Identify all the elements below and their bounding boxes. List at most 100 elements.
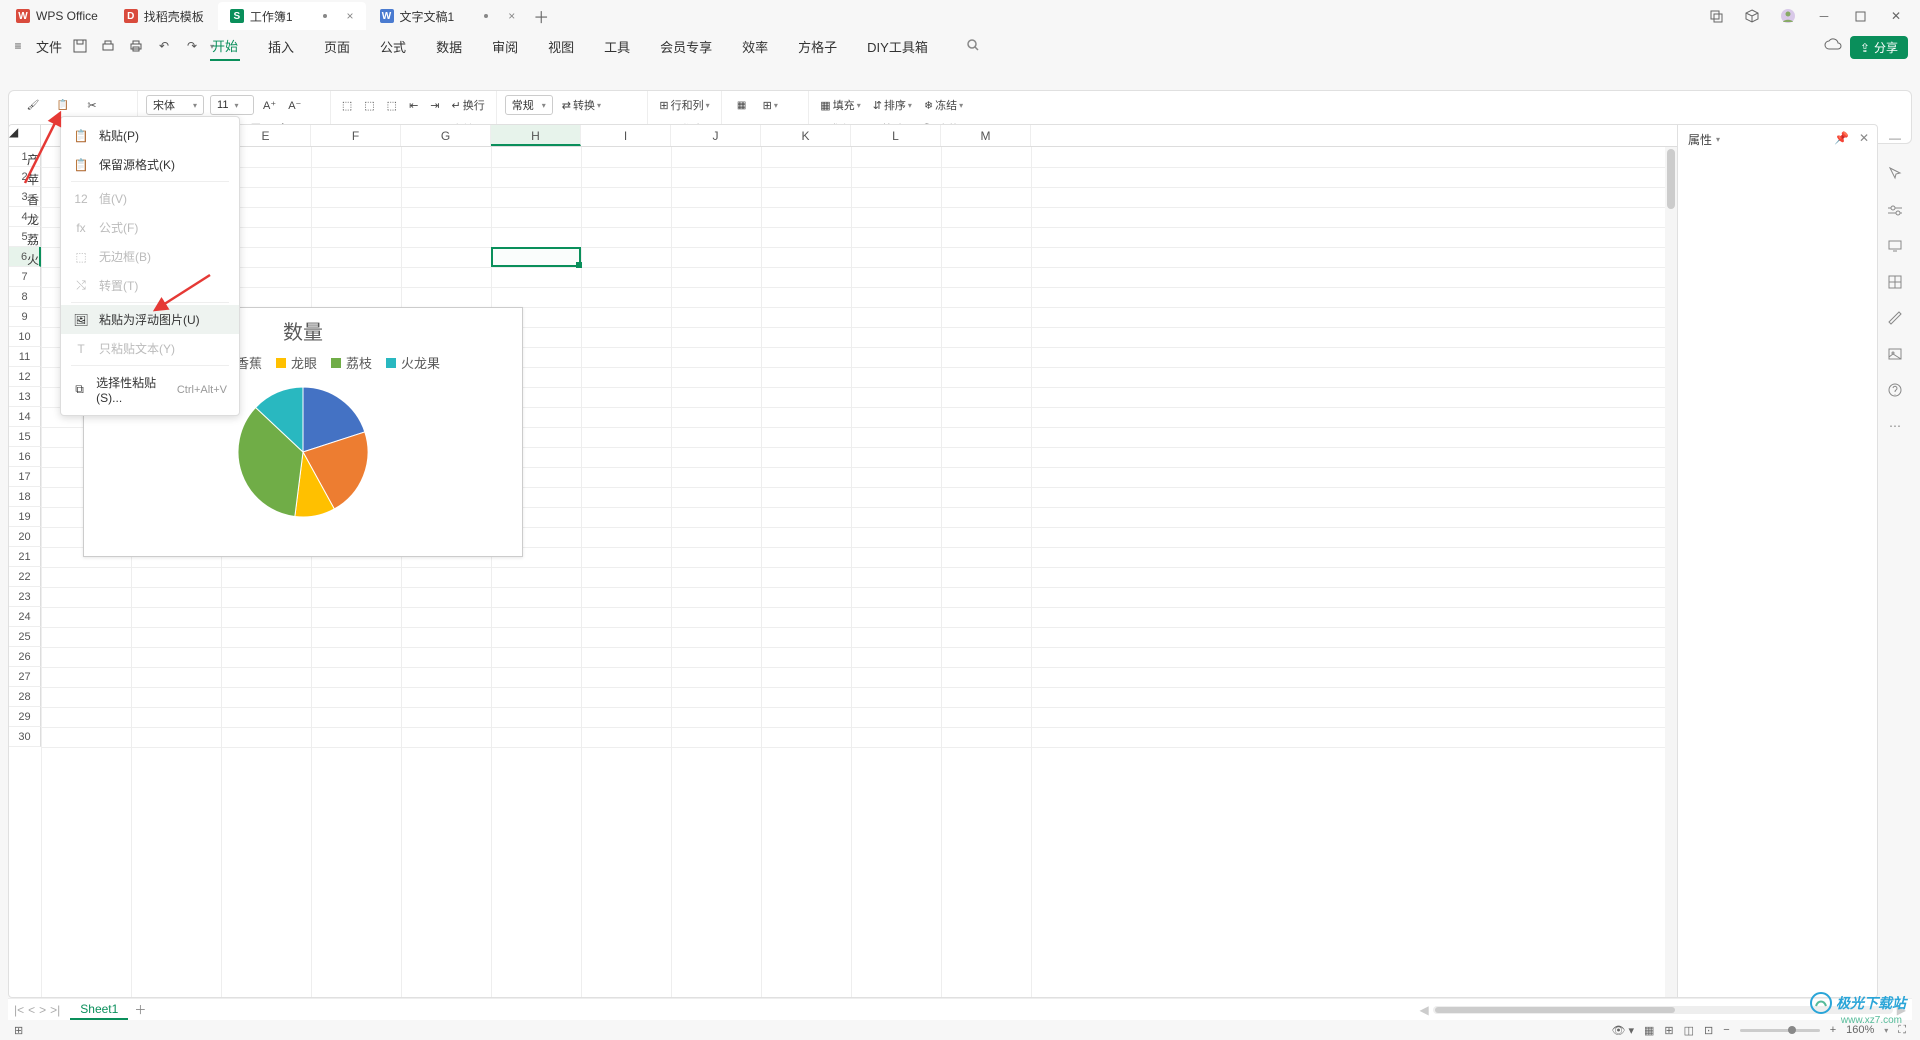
hscroll-left[interactable]: ◀ — [1420, 1003, 1429, 1017]
tab-fangge[interactable]: 方格子 — [796, 33, 839, 60]
row-header[interactable]: 18 — [9, 487, 41, 507]
row-header[interactable]: 21 — [9, 547, 41, 567]
tab-insert[interactable]: 插入 — [266, 33, 296, 60]
convert-button[interactable]: ⇄转换▾ — [559, 96, 604, 114]
col-header-J[interactable]: J — [671, 125, 761, 146]
tab-page[interactable]: 页面 — [322, 33, 352, 60]
settings-icon[interactable] — [1885, 200, 1905, 220]
menu-paste-special[interactable]: ⧉选择性粘贴(S)...Ctrl+Alt+V — [61, 368, 239, 411]
indent-inc-button[interactable]: ⇥ — [427, 98, 442, 113]
row-header[interactable]: 29 — [9, 707, 41, 727]
collapse-icon[interactable]: — — [1885, 128, 1905, 148]
fill-button[interactable]: ▦填充▾ — [817, 96, 863, 114]
tab-workbook[interactable]: S 工作簿1 × — [218, 2, 366, 30]
tab-view[interactable]: 视图 — [546, 33, 576, 60]
scroll-thumb[interactable] — [1435, 1007, 1675, 1013]
row-header[interactable]: 10 — [9, 327, 41, 347]
format-table-button[interactable]: ⊞▾ — [760, 98, 781, 113]
row-header[interactable]: 11 — [9, 347, 41, 367]
cube-icon[interactable] — [1740, 4, 1764, 28]
maximize-button[interactable] — [1848, 4, 1872, 28]
indent-dec-button[interactable]: ⇤ — [406, 98, 421, 113]
cell[interactable]: 荔 — [23, 229, 43, 250]
row-header[interactable]: 9 — [9, 307, 41, 327]
font-size-select[interactable]: 11▾ — [210, 95, 254, 115]
tab-worddoc[interactable]: W 文字文稿1 × — [368, 2, 528, 30]
grid[interactable]: 1234567891011121314151617181920212223242… — [9, 147, 1665, 997]
row-header[interactable]: 8 — [9, 287, 41, 307]
row-header[interactable]: 23 — [9, 587, 41, 607]
close-icon[interactable]: × — [508, 9, 515, 23]
sheet-nav[interactable]: |<<>>| — [14, 1003, 60, 1017]
new-tab-button[interactable]: ＋ — [529, 4, 553, 28]
align-mid-button[interactable]: ⬚ — [361, 98, 377, 113]
avatar-icon[interactable] — [1776, 4, 1800, 28]
row-header[interactable]: 19 — [9, 507, 41, 527]
close-icon[interactable]: × — [347, 9, 354, 23]
view-custom-icon[interactable]: ⊡ — [1704, 1024, 1713, 1037]
col-header-H[interactable]: H — [491, 125, 581, 146]
col-header-F[interactable]: F — [311, 125, 401, 146]
zoom-dropdown[interactable]: ▾ — [1884, 1026, 1888, 1035]
help-icon[interactable] — [1885, 380, 1905, 400]
more-icon[interactable]: ⋯ — [1885, 416, 1905, 436]
view-split-icon[interactable]: ◫ — [1684, 1024, 1694, 1037]
tab-home[interactable]: 开始 — [210, 32, 240, 61]
row-header[interactable]: 30 — [9, 727, 41, 747]
vertical-scrollbar[interactable] — [1665, 147, 1677, 997]
row-header[interactable]: 26 — [9, 647, 41, 667]
tab-data[interactable]: 数据 — [434, 33, 464, 60]
tab-review[interactable]: 审阅 — [490, 33, 520, 60]
zoom-out-button[interactable]: − — [1723, 1024, 1729, 1036]
selected-cell[interactable] — [491, 247, 581, 267]
align-bot-button[interactable]: ⬚ — [384, 98, 400, 113]
col-header-M[interactable]: M — [941, 125, 1031, 146]
tab-templates[interactable]: D 找稻壳模板 — [112, 2, 216, 30]
cell[interactable]: 火 — [23, 249, 43, 270]
app-tab[interactable]: W WPS Office — [4, 2, 110, 30]
cell[interactable]: 香 — [23, 189, 43, 210]
view-page-icon[interactable]: ⊞ — [1664, 1024, 1673, 1037]
grid-tool-icon[interactable] — [1885, 272, 1905, 292]
row-header[interactable]: 16 — [9, 447, 41, 467]
add-sheet-button[interactable]: ＋ — [134, 1001, 146, 1018]
sort-button[interactable]: ⇵排序▾ — [870, 96, 915, 114]
tab-efficiency[interactable]: 效率 — [740, 33, 770, 60]
row-header[interactable]: 14 — [9, 407, 41, 427]
select-tool-icon[interactable] — [1885, 164, 1905, 184]
align-top-button[interactable]: ⬚ — [339, 98, 355, 113]
screen-icon[interactable] — [1885, 236, 1905, 256]
freeze-button[interactable]: ❄冻结▾ — [921, 96, 966, 114]
number-format-select[interactable]: 常规▾ — [505, 95, 553, 115]
zoom-thumb[interactable] — [1788, 1026, 1796, 1034]
tab-diy[interactable]: DIY工具箱 — [865, 33, 930, 60]
row-header[interactable]: 20 — [9, 527, 41, 547]
cond-format-button[interactable]: ▦ — [730, 95, 754, 115]
row-header[interactable]: 17 — [9, 467, 41, 487]
col-header-L[interactable]: L — [851, 125, 941, 146]
row-header[interactable]: 24 — [9, 607, 41, 627]
menu-paste[interactable]: 📋粘贴(P) — [61, 121, 239, 150]
ruler-icon[interactable] — [1885, 308, 1905, 328]
mode-icon[interactable]: ⊞ — [14, 1024, 23, 1037]
tab-member[interactable]: 会员专享 — [658, 33, 714, 60]
row-header[interactable]: 28 — [9, 687, 41, 707]
window-copy-icon[interactable] — [1704, 4, 1728, 28]
increase-font-button[interactable]: A⁺ — [260, 98, 279, 113]
share-button[interactable]: ⇪ 分享 — [1850, 36, 1908, 59]
row-header[interactable]: 15 — [9, 427, 41, 447]
close-button[interactable]: ✕ — [1884, 4, 1908, 28]
col-header-I[interactable]: I — [581, 125, 671, 146]
menu-keep-source[interactable]: 📋保留源格式(K) — [61, 150, 239, 179]
zoom-in-button[interactable]: + — [1830, 1024, 1836, 1036]
row-header[interactable]: 25 — [9, 627, 41, 647]
scroll-thumb[interactable] — [1667, 149, 1675, 209]
row-header[interactable]: 7 — [9, 267, 41, 287]
row-col-button[interactable]: ⊞行和列▾ — [656, 96, 712, 114]
col-header-K[interactable]: K — [761, 125, 851, 146]
eye-icon[interactable]: 👁 ▾ — [1611, 1024, 1634, 1037]
image-tool-icon[interactable] — [1885, 344, 1905, 364]
sheet-tab[interactable]: Sheet1 — [70, 1000, 128, 1020]
tab-tools[interactable]: 工具 — [602, 33, 632, 60]
tab-formula[interactable]: 公式 — [378, 33, 408, 60]
